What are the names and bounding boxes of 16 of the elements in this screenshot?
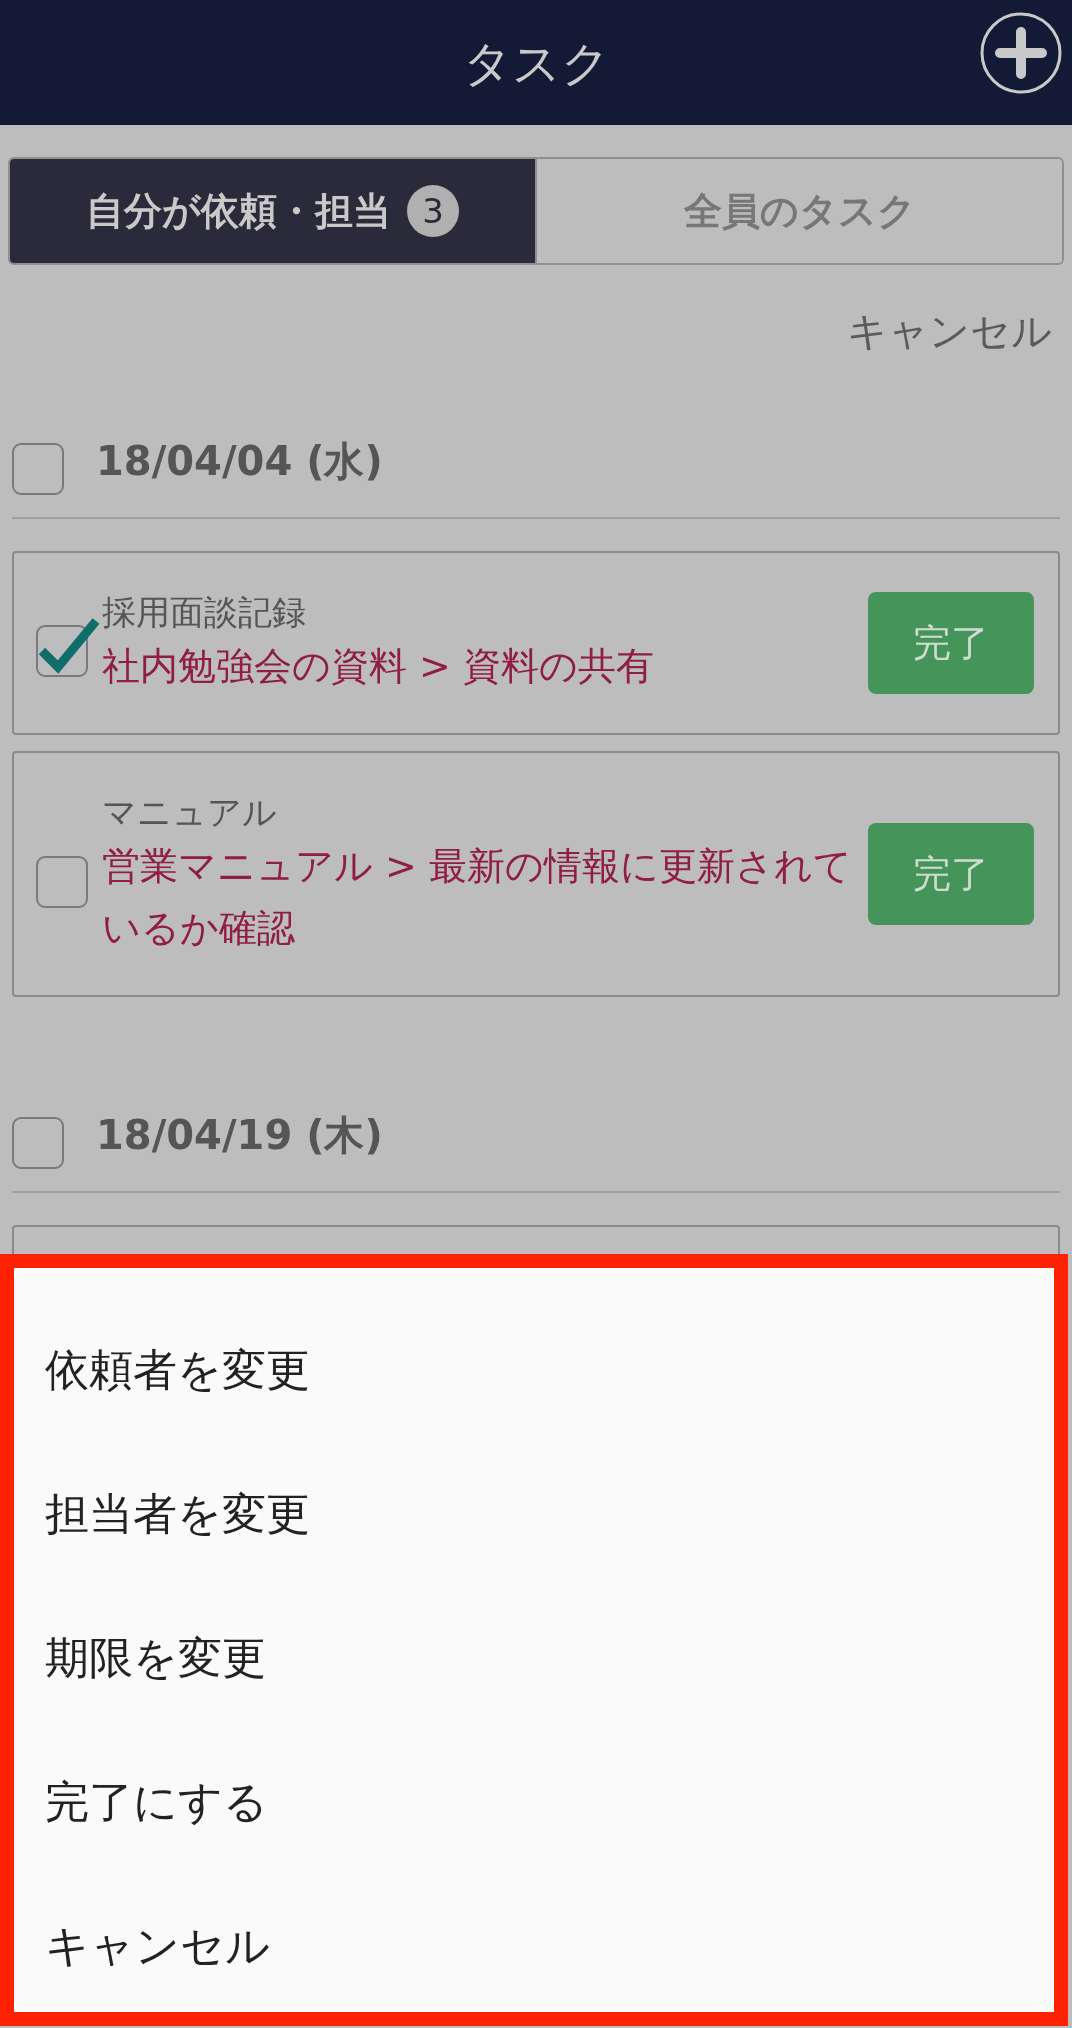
menu-item[interactable]: 完了にする xyxy=(45,1769,268,1835)
task-title[interactable]: 社内勉強会の資料 > 資料の共有 xyxy=(102,635,868,697)
add-icon[interactable] xyxy=(980,12,1062,94)
date-heading: 18/04/19 (木) xyxy=(96,1111,383,1160)
count-badge: 3 xyxy=(407,185,459,237)
header-title: タスク xyxy=(462,33,610,93)
cancel-link[interactable]: キャンセル xyxy=(847,301,1052,361)
menu-item[interactable]: 依頼者を変更 xyxy=(45,1337,310,1403)
menu-item[interactable]: 期限を変更 xyxy=(45,1625,266,1691)
tab[interactable]: 自分が依頼・担当 3 xyxy=(10,159,535,263)
date-heading: 18/04/04 (水) xyxy=(96,437,383,486)
menu-item[interactable]: 担当者を変更 xyxy=(45,1481,310,1547)
menu-item[interactable]: キャンセル xyxy=(45,1913,270,1979)
task-category: マニュアル xyxy=(102,791,278,834)
task-title[interactable]: 営業マニュアル > 最新の情報に更新されているか確認 xyxy=(102,835,868,959)
task-category: 採用面談記録 xyxy=(102,591,307,634)
